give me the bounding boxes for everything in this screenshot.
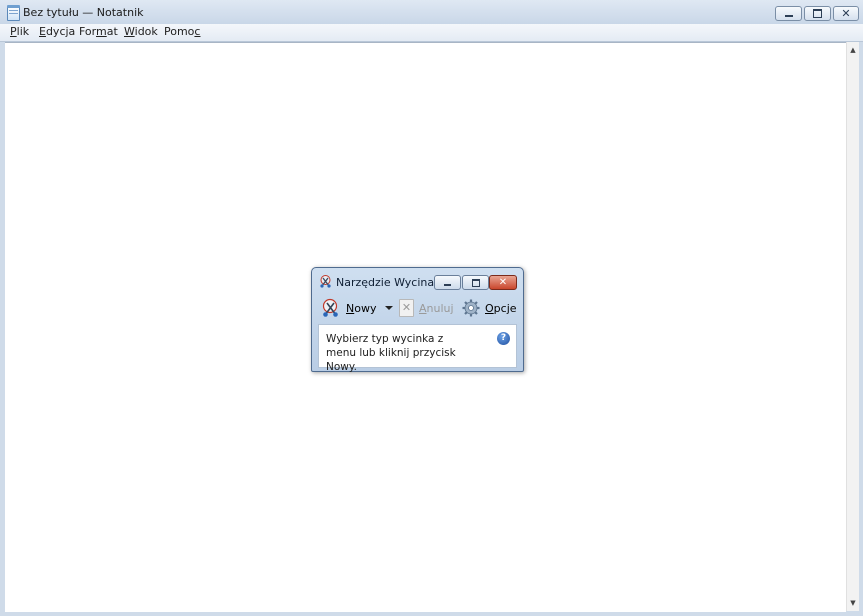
accel-key: O: [485, 301, 494, 315]
gear-icon: [462, 299, 480, 317]
menu-label: For: [79, 25, 96, 38]
scissors-icon: [322, 298, 338, 317]
menu-accel: E: [39, 25, 46, 38]
menu-widok[interactable]: Widok: [122, 25, 160, 38]
close-button[interactable]: ✕: [489, 275, 517, 290]
menu-label: dycja: [45, 25, 76, 38]
menu-accel: c: [194, 25, 201, 38]
new-snip-button[interactable]: Nowy: [321, 296, 376, 320]
close-icon: ✕: [841, 7, 851, 20]
vertical-scrollbar[interactable]: ▲ ▼: [846, 42, 859, 611]
label-text: pcje: [493, 301, 517, 315]
menu-accel: m: [96, 25, 107, 38]
info-panel: Wybierz typ wycinka z menu lub kliknij p…: [318, 324, 517, 373]
title-bar[interactable]: Bez tytułu — Notatnik ✕: [0, 0, 863, 24]
instruction-text: Wybierz typ wycinka z menu lub kliknij p…: [326, 333, 456, 373]
menu-label: idok: [134, 25, 158, 38]
maximize-button[interactable]: [804, 6, 831, 21]
label-text: nuluj: [426, 301, 454, 315]
menu-bar: Plik Edycja Format Widok Pomoc: [0, 24, 863, 42]
maximize-icon: [471, 278, 480, 287]
close-icon: ✕: [498, 276, 508, 288]
accel-key: A: [419, 301, 427, 315]
scroll-up-icon[interactable]: ▲: [847, 44, 859, 56]
cancel-label: Anuluj: [419, 302, 454, 315]
accel-key: N: [346, 301, 355, 315]
chevron-down-icon[interactable]: [385, 306, 393, 310]
cancel-button[interactable]: ✕ Anuluj: [399, 296, 454, 320]
close-button[interactable]: ✕: [833, 6, 859, 21]
menu-edycja[interactable]: Edycja: [37, 25, 77, 38]
cancel-icon: ✕: [399, 299, 414, 317]
options-button[interactable]: Opcje: [462, 296, 517, 320]
new-label: Nowy: [346, 302, 376, 315]
notepad-icon[interactable]: [7, 5, 20, 21]
menu-accel: W: [124, 25, 135, 38]
scissors-icon[interactable]: [319, 275, 332, 288]
minimize-icon: [784, 15, 793, 17]
window-title: Bez tytułu — Notatnik: [23, 6, 144, 19]
scroll-down-icon[interactable]: ▼: [847, 597, 859, 609]
maximize-button[interactable]: [462, 275, 489, 290]
menu-label: lik: [16, 25, 30, 38]
menu-format[interactable]: Format: [77, 25, 120, 38]
minimize-button[interactable]: [434, 275, 461, 290]
minimize-button[interactable]: [775, 6, 802, 21]
options-label: Opcje: [485, 302, 517, 315]
menu-label: at: [106, 25, 118, 38]
menu-label: Pomo: [164, 25, 195, 38]
label-text: owy: [354, 301, 377, 315]
maximize-icon: [813, 9, 822, 18]
minimize-icon: [444, 284, 451, 286]
help-icon[interactable]: ?: [497, 332, 510, 345]
menu-pomoc[interactable]: Pomoc: [162, 25, 202, 38]
menu-accel: P: [10, 25, 17, 38]
menu-plik[interactable]: Plik: [8, 25, 31, 38]
snipping-tool-window: Narzędzie Wycinanie ✕ Nowy ✕ Anuluj Opcj…: [311, 267, 524, 373]
toolbar: Nowy ✕ Anuluj Opcje: [318, 293, 517, 323]
